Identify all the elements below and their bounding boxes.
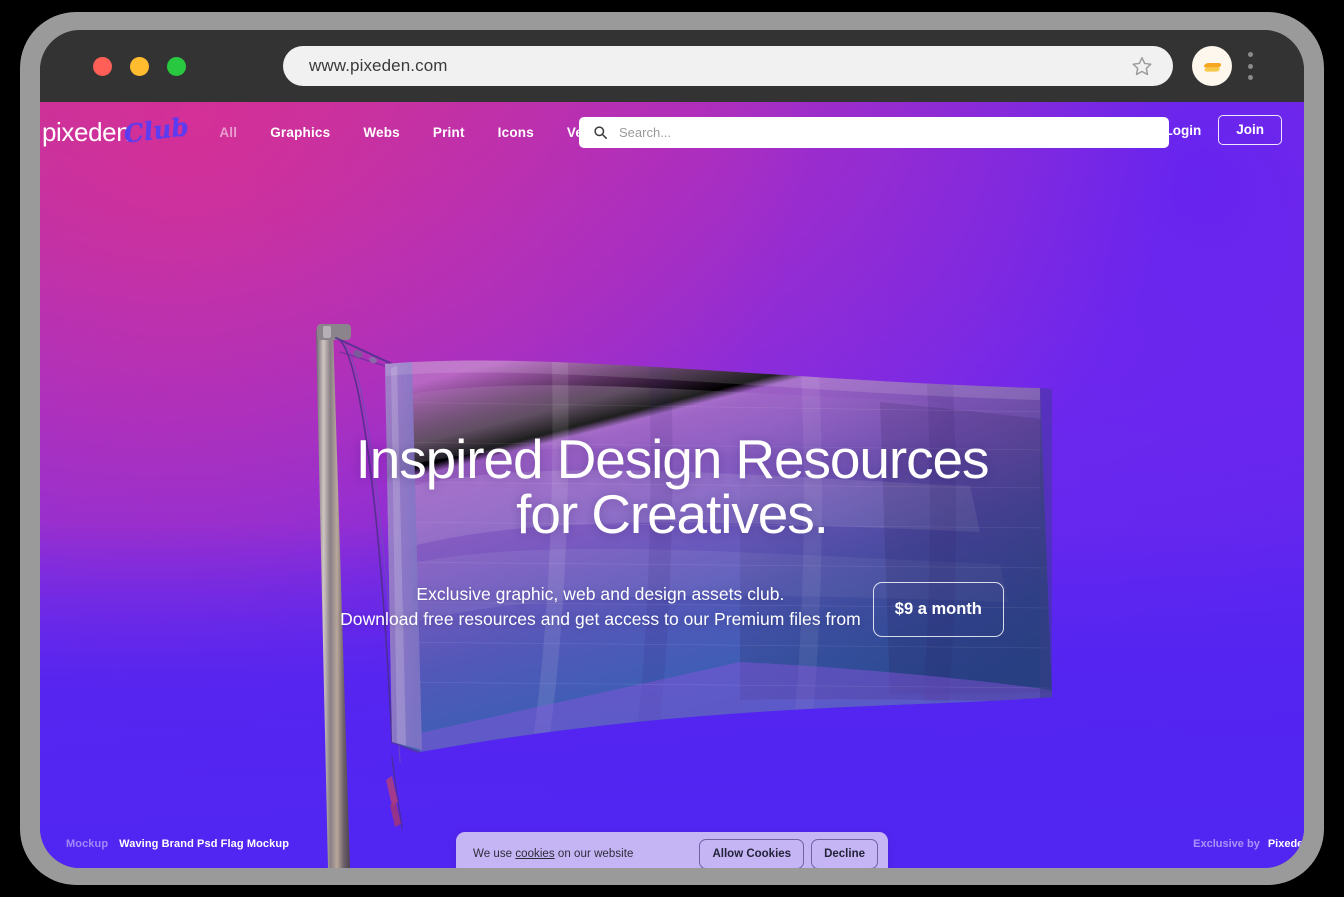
browser-window: www.pixeden.com — [40, 30, 1304, 868]
decline-cookies-button[interactable]: Decline — [811, 839, 878, 868]
search-icon — [593, 125, 608, 140]
maximize-window-button[interactable] — [167, 57, 186, 76]
nav-item-graphics[interactable]: Graphics — [270, 125, 330, 140]
logo-wordmark: pixeden — [42, 117, 130, 148]
site-logo[interactable]: pixeden Club — [42, 117, 189, 148]
search-input[interactable] — [619, 125, 1169, 140]
login-link[interactable]: Login — [1164, 123, 1201, 138]
kebab-menu-icon[interactable] — [1246, 52, 1254, 80]
caption-category: Mockup — [66, 838, 108, 850]
cookie-text-after: on our website — [555, 848, 634, 860]
allow-cookies-button[interactable]: Allow Cookies — [699, 839, 804, 868]
price-button[interactable]: $9 a month — [873, 582, 1004, 637]
site-header: pixeden Club All Graphics Webs Print Ico… — [40, 102, 1304, 162]
cookies-policy-link[interactable]: cookies — [515, 848, 554, 860]
nav-item-webs[interactable]: Webs — [363, 125, 400, 140]
logo-club-script: Club — [123, 112, 191, 149]
cookie-consent-banner: We use cookies on our website Allow Cook… — [456, 832, 888, 868]
hero-subtitle: Exclusive graphic, web and design assets… — [340, 582, 873, 632]
star-icon[interactable] — [1131, 55, 1153, 77]
browser-chrome: www.pixeden.com — [40, 30, 1304, 102]
nav-item-icons[interactable]: Icons — [498, 125, 534, 140]
main-navigation: All Graphics Webs Print Icons Vectors — [219, 125, 617, 140]
cookie-banner-text: We use cookies on our website — [473, 848, 692, 860]
hero-subtitle-block: Exclusive graphic, web and design assets… — [40, 576, 1304, 637]
mockup-caption: Mockup Waving Brand Psd Flag Mockup — [66, 838, 289, 850]
nav-item-all[interactable]: All — [219, 125, 237, 140]
exclusive-brand: Pixeden — [1268, 838, 1304, 850]
page-viewport: pixeden Club All Graphics Webs Print Ico… — [40, 102, 1304, 868]
minimize-window-button[interactable] — [130, 57, 149, 76]
exclusive-label: Exclusive by — [1193, 838, 1260, 850]
exclusive-credit: Exclusive by Pixeden — [1193, 838, 1304, 850]
avatar[interactable] — [1192, 46, 1232, 86]
caption-title: Waving Brand Psd Flag Mockup — [119, 838, 289, 850]
hero-subtitle-line-2: Download free resources and get access t… — [340, 609, 861, 629]
nav-item-print[interactable]: Print — [433, 125, 465, 140]
cookie-text-before: We use — [473, 848, 515, 860]
join-button[interactable]: Join — [1218, 115, 1282, 145]
close-window-button[interactable] — [93, 57, 112, 76]
header-actions: Login Join — [1164, 115, 1282, 145]
window-traffic-lights — [93, 57, 186, 76]
screenshot-stage: www.pixeden.com — [0, 0, 1344, 897]
url-text[interactable]: www.pixeden.com — [309, 56, 1131, 76]
search-bar[interactable] — [579, 117, 1169, 148]
hero-subtitle-line-1: Exclusive graphic, web and design assets… — [416, 584, 784, 604]
address-bar[interactable]: www.pixeden.com — [283, 46, 1173, 86]
